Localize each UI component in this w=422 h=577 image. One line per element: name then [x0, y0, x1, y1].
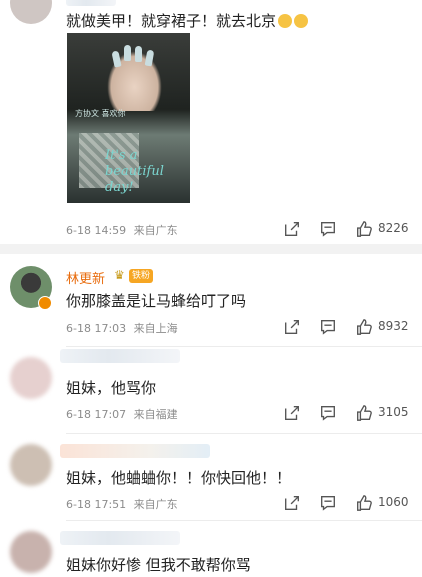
comment-3: 姐妹，他骂你 6-18 17:07 来自福建 3105 [0, 347, 422, 433]
thumbs-up-icon[interactable] [355, 404, 373, 422]
comment-text: 就做美甲！就穿裙子！就去北京 [66, 10, 309, 31]
comment-1: 就做美甲！就穿裙子！就去北京 方协文 喜欢你 It's a beautiful … [0, 0, 422, 240]
photo-caption: 方协文 喜欢你 [75, 109, 126, 118]
share-icon[interactable] [283, 404, 301, 422]
comment-icon[interactable] [319, 494, 337, 512]
comment-date: 6-18 14:59 [66, 224, 127, 237]
like-count: 1060 [378, 495, 409, 509]
section-divider [0, 244, 422, 254]
author-name[interactable]: 林更新 [66, 268, 105, 287]
comment-text: 姐妹，他骂你 [66, 379, 157, 397]
author-name-blurred[interactable] [60, 444, 210, 458]
author-name-blurred[interactable] [60, 349, 180, 363]
comment-icon[interactable] [319, 220, 337, 238]
comment-text: 姐妹，他蛐蛐你！！你快回他！！ [66, 469, 292, 487]
comment-location: 来自福建 [133, 408, 178, 421]
share-icon[interactable] [283, 494, 301, 512]
photo-handwriting: It's a beautiful day! [105, 148, 164, 195]
comment-meta: 6-18 17:51 来自广东 [66, 496, 182, 512]
dog-emoji-icon [294, 14, 309, 28]
comment-location: 来自上海 [133, 322, 178, 335]
verified-badge-icon [38, 296, 52, 310]
comment-meta: 6-18 17:07 来自福建 [66, 406, 182, 422]
author-name-blurred[interactable] [66, 0, 116, 6]
comment-location: 来自广东 [133, 498, 178, 511]
comment-4: 姐妹，他蛐蛐你！！你快回他！！ 6-18 17:51 来自广东 1060 [0, 434, 422, 520]
share-icon[interactable] [283, 318, 301, 336]
comment-text: 姐妹你好惨 但我不敢帮你骂 [66, 556, 251, 574]
author-name-blurred[interactable] [60, 531, 180, 545]
comment-icon[interactable] [319, 404, 337, 422]
avatar[interactable] [10, 357, 52, 399]
comment-text-content: 就做美甲！就穿裙子！就去北京 [66, 12, 277, 30]
avatar[interactable] [10, 444, 52, 486]
crown-icon: ♛ [114, 268, 125, 282]
comment-photo[interactable]: 方协文 喜欢你 It's a beautiful day! [67, 33, 190, 203]
comment-location: 来自广东 [133, 224, 178, 237]
comment-icon[interactable] [319, 318, 337, 336]
comment-2: 林更新 ♛ 铁粉 你那膝盖是让马蜂给叮了吗 6-18 17:03 来自上海 89… [0, 254, 422, 346]
comment-date: 6-18 17:03 [66, 322, 127, 335]
thumbs-up-icon[interactable] [355, 318, 373, 336]
like-count: 8932 [378, 319, 409, 333]
like-count: 8226 [378, 221, 409, 235]
avatar[interactable] [10, 531, 52, 573]
avatar[interactable] [10, 0, 52, 24]
thumbs-up-icon[interactable] [355, 494, 373, 512]
like-count: 3105 [378, 405, 409, 419]
comment-text: 你那膝盖是让马蜂给叮了吗 [66, 292, 247, 310]
thumbs-up-icon[interactable] [355, 220, 373, 238]
share-icon[interactable] [283, 220, 301, 238]
comment-date: 6-18 17:07 [66, 408, 127, 421]
comment-5: 姐妹你好惨 但我不敢帮你骂 [0, 521, 422, 577]
photo-nails [111, 45, 163, 68]
fan-badge: 铁粉 [129, 269, 154, 283]
comment-meta: 6-18 14:59 来自广东 [66, 222, 182, 238]
dog-emoji-icon [278, 14, 293, 28]
comment-date: 6-18 17:51 [66, 498, 127, 511]
comment-meta: 6-18 17:03 来自上海 [66, 320, 182, 336]
